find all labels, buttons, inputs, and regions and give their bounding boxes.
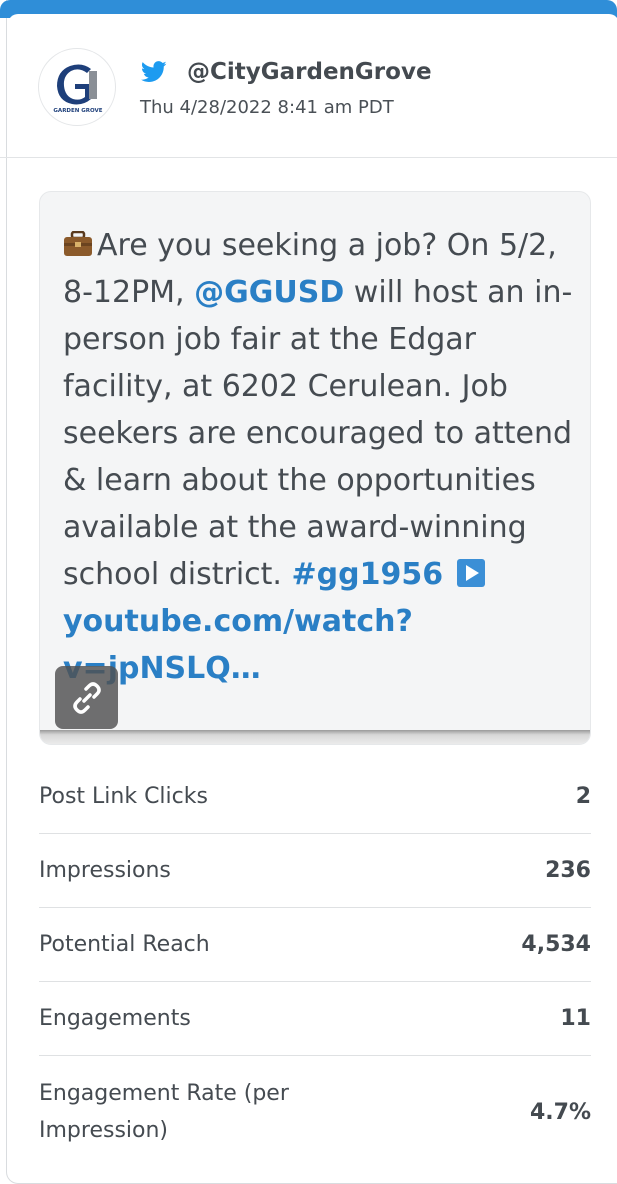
metric-row: Engagement Rate (per Impression) 4.7%: [39, 1056, 591, 1168]
metric-value: 2: [575, 784, 591, 809]
metric-label: Engagement Rate (per Impression): [39, 1081, 289, 1143]
twitter-icon: [141, 61, 167, 82]
metric-value: 4.7%: [529, 1099, 591, 1125]
post-text-body: will host an in-person job fair at the E…: [63, 275, 573, 592]
text-fade-overlay: [40, 730, 590, 744]
account-handle[interactable]: @CityGardenGrove: [187, 59, 432, 85]
metric-label: Potential Reach: [39, 932, 210, 957]
account-row: @CityGardenGrove: [141, 57, 432, 87]
briefcase-icon: [64, 231, 92, 256]
metric-value: 236: [545, 858, 591, 883]
metric-label: Impressions: [39, 858, 171, 883]
logo-caption: GARDEN GROVE: [53, 108, 102, 114]
metric-value: 4,534: [521, 932, 591, 957]
mention-link[interactable]: @GGUSD: [194, 275, 344, 310]
metric-row: Engagements 11: [39, 982, 591, 1056]
metric-label: Engagements: [39, 1006, 191, 1031]
post-body: Are you seeking a job? On 5/2, 8-12PM, @…: [39, 191, 591, 745]
metrics-list: Post Link Clicks 2 Impressions 236 Poten…: [39, 760, 591, 1168]
metric-row: Potential Reach 4,534: [39, 908, 591, 982]
metric-row: Impressions 236: [39, 834, 591, 908]
metric-value: 11: [560, 1006, 591, 1031]
avatar[interactable]: GARDEN GROVE: [38, 48, 116, 126]
link-badge[interactable]: [55, 666, 118, 729]
link-icon: [73, 682, 101, 714]
metric-label: Post Link Clicks: [39, 784, 208, 809]
post-text: Are you seeking a job? On 5/2, 8-12PM, @…: [63, 222, 583, 692]
play-button-icon: [456, 559, 485, 587]
post-header: GARDEN GROVE @CityGardenGrove Thu 4/28/2…: [0, 28, 617, 158]
metric-row: Post Link Clicks 2: [39, 760, 591, 834]
card-top-bar-mask: [8, 14, 617, 28]
garden-grove-logo: GARDEN GROVE: [53, 64, 103, 114]
hashtag-link[interactable]: #gg1956: [292, 557, 444, 592]
post-timestamp: Thu 4/28/2022 8:41 am PDT: [140, 97, 394, 118]
